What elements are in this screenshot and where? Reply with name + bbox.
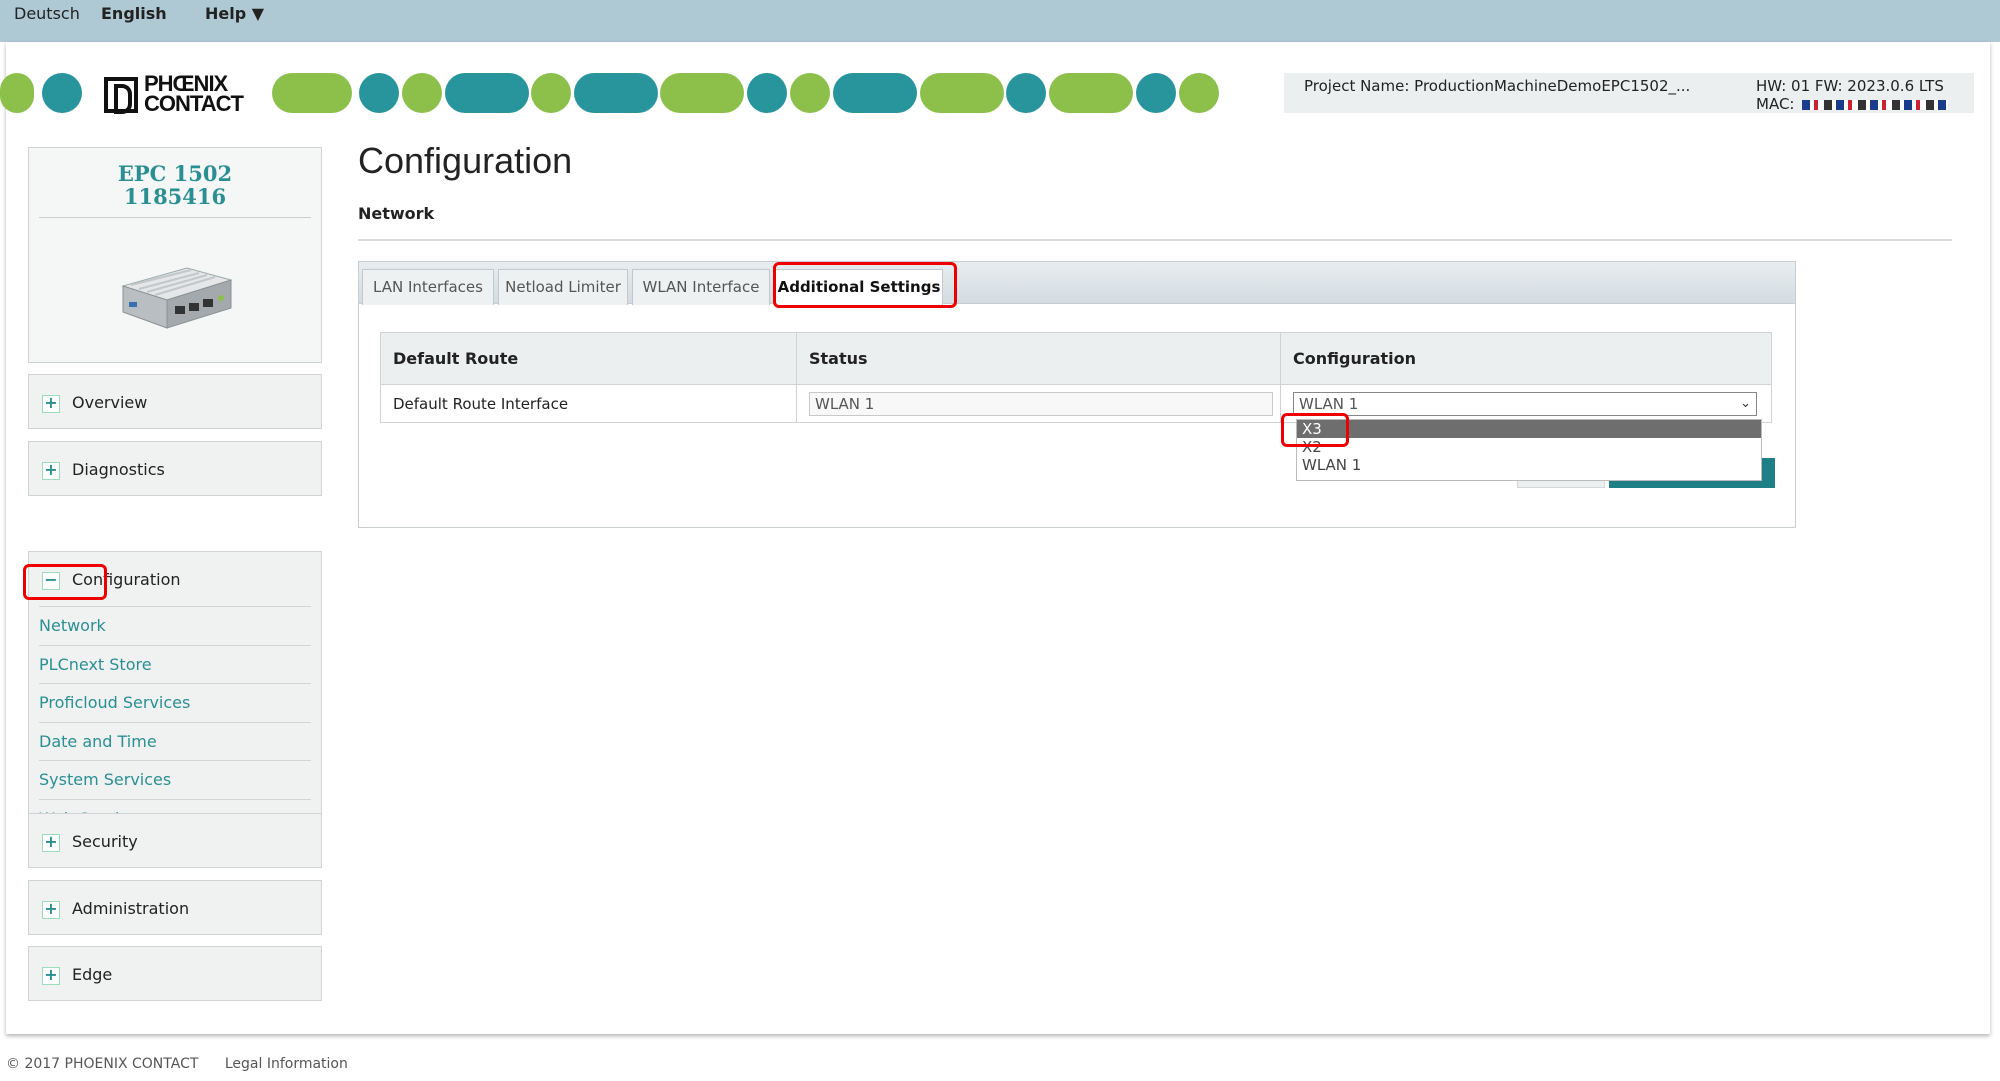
expand-icon: + [42, 462, 60, 480]
sidebar-overview[interactable]: + Overview [28, 374, 322, 429]
sidebar-security-label: Security [72, 832, 138, 851]
dropdown-option-x3[interactable]: X3 [1297, 420, 1761, 438]
sidebar-item-date-and-time[interactable]: Date and Time [39, 722, 311, 760]
tab-bar: LAN Interfaces Netload Limiter WLAN Inte… [359, 262, 1795, 305]
sidebar-item-plcnext-store[interactable]: PLCnext Store [39, 645, 311, 683]
phoenix-contact-logo: PHŒNIX CONTACT [100, 71, 268, 116]
selected-value: WLAN 1 [1299, 394, 1359, 413]
copyright-text: © 2017 PHOENIX CONTACT [6, 1056, 199, 1072]
default-route-interface-label: Default Route Interface [380, 384, 797, 423]
expand-icon: + [42, 901, 60, 919]
status-field: WLAN 1 [809, 391, 1273, 416]
dropdown-option-x2[interactable]: X2 [1297, 438, 1761, 456]
tab-netload-limiter[interactable]: Netload Limiter [498, 269, 628, 305]
language-english-link[interactable]: English [101, 4, 167, 23]
device-model: EPC 1502 [117, 161, 233, 186]
default-route-select[interactable]: WLAN 1 ⌄ [1293, 391, 1757, 416]
sidebar-item-system-services[interactable]: System Services [39, 760, 311, 798]
project-info-box: Project Name: ProductionMachineDemoEPC15… [1284, 73, 1974, 113]
default-route-table: Default Route Status Configuration Defau… [380, 332, 1772, 423]
mac-address: MAC: [1756, 95, 1949, 113]
sidebar-administration-label: Administration [72, 899, 190, 918]
language-bar: Deutsch English Help ▼ [0, 0, 2000, 42]
table-row: Default Route Interface WLAN 1 WLAN 1 ⌄ [380, 384, 1772, 423]
legal-information-link[interactable]: Legal Information [225, 1056, 348, 1072]
sidebar-diagnostics-label: Diagnostics [72, 460, 165, 479]
page-title: Configuration [358, 140, 573, 181]
sidebar-overview-label: Overview [72, 393, 148, 412]
sidebar-edge-label: Edge [72, 965, 113, 984]
highlight-additional-settings-tab [773, 262, 957, 308]
expand-icon: + [42, 395, 60, 413]
logo-mark-icon [104, 77, 138, 114]
chevron-down-icon: ⌄ [1740, 395, 1751, 411]
footer: © 2017 PHOENIX CONTACT Legal Information [6, 1056, 370, 1072]
mac-address-redacted [1802, 99, 1949, 110]
highlight-x3-option [1281, 413, 1349, 447]
dropdown-option-wlan1[interactable]: WLAN 1 [1297, 456, 1761, 474]
hardware-firmware-version: HW: 01 FW: 2023.0.6 LTS [1756, 77, 1944, 95]
tab-wlan-interface[interactable]: WLAN Interface [632, 269, 770, 305]
help-menu[interactable]: Help ▼ [205, 4, 264, 23]
sidebar-security[interactable]: + Security [28, 813, 322, 868]
expand-icon: + [42, 967, 60, 985]
logo-wordmark: PHŒNIX CONTACT [144, 71, 244, 116]
device-image [121, 267, 233, 329]
page-frame: PHŒNIX CONTACT Project Name: ProductionM… [0, 42, 1990, 1034]
sidebar-item-proficloud-services[interactable]: Proficloud Services [39, 683, 311, 721]
project-name: Project Name: ProductionMachineDemoEPC15… [1304, 77, 1691, 95]
sidebar-administration[interactable]: + Administration [28, 880, 322, 935]
route-dropdown-list: X3 X2 WLAN 1 [1296, 419, 1762, 481]
sidebar-edge[interactable]: + Edge [28, 946, 322, 1001]
device-title: EPC 1502 1185416 [29, 162, 321, 208]
section-title: Network [358, 204, 435, 223]
sidebar-diagnostics[interactable]: + Diagnostics [28, 441, 322, 496]
language-deutsch-link[interactable]: Deutsch [14, 4, 80, 23]
column-header-default-route: Default Route [380, 332, 797, 385]
device-order-number: 1185416 [123, 184, 227, 209]
network-settings-panel: LAN Interfaces Netload Limiter WLAN Inte… [358, 261, 1796, 528]
sidebar-item-network[interactable]: Network [39, 606, 311, 644]
tab-lan-interfaces[interactable]: LAN Interfaces [362, 269, 494, 305]
expand-icon: + [42, 834, 60, 852]
highlight-network-item [23, 564, 107, 600]
column-header-status: Status [796, 332, 1281, 385]
device-info-card: EPC 1502 1185416 [28, 147, 322, 363]
column-header-configuration: Configuration [1280, 332, 1772, 385]
title-divider [358, 239, 1952, 241]
